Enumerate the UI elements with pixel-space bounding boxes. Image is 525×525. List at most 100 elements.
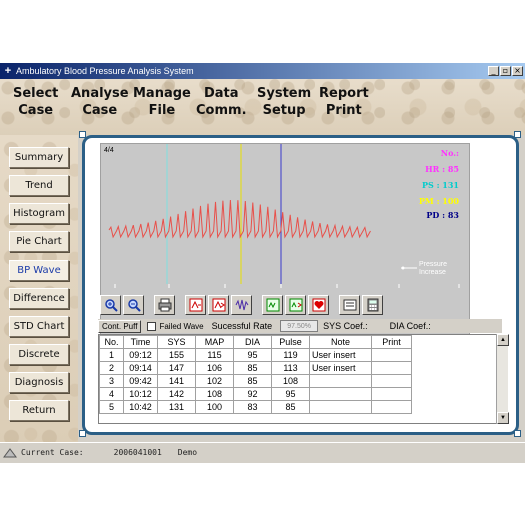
table-row[interactable]: 2 09:14 147 106 85 113 User insert — [99, 361, 412, 375]
menu-label: Case — [82, 103, 118, 118]
failed-wave-label: Failed Wave — [159, 321, 204, 331]
menu-analyse-case[interactable]: Analyse Case — [71, 85, 129, 119]
close-button[interactable]: × — [512, 66, 523, 76]
col-sys[interactable]: SYS — [157, 335, 196, 349]
table-row[interactable]: 4 10:12 142 108 92 95 — [99, 387, 412, 401]
menu-label: Comm. — [196, 103, 247, 118]
print-button[interactable] — [154, 295, 175, 315]
calculator-icon — [367, 298, 378, 312]
sidebar-item-bp-wave[interactable]: BP Wave — [9, 260, 69, 281]
table-row[interactable]: 5 10:42 131 100 83 85 — [99, 400, 412, 414]
table-cell: 106 — [195, 361, 234, 375]
sidebar-item-trend[interactable]: Trend — [9, 175, 69, 196]
table-cell — [309, 387, 372, 401]
info-ps: PS : 131 — [421, 180, 459, 190]
sidebar-item-pie-chart[interactable]: Pie Chart — [9, 231, 69, 252]
menu-manage-file[interactable]: Manage File — [133, 85, 191, 119]
menu-select-case[interactable]: Select Case — [13, 85, 58, 119]
title-bar: + Ambulatory Blood Pressure Analysis Sys… — [0, 63, 525, 79]
menu-label: Print — [325, 103, 362, 118]
dia-coef-label: DIA Coef.: — [389, 321, 431, 331]
pressure-increase-legend: Pressure Increase — [419, 261, 448, 276]
table-cell: 147 — [157, 361, 196, 375]
table-cell: 10:42 — [123, 400, 158, 414]
table-cell: 09:42 — [123, 374, 158, 388]
scroll-down-arrow[interactable]: ▼ — [497, 412, 509, 424]
col-time[interactable]: Time — [123, 335, 158, 349]
sidebar-item-return[interactable]: Return — [9, 400, 69, 421]
failed-wave-checkbox[interactable] — [147, 321, 157, 331]
col-pulse[interactable]: Pulse — [271, 335, 310, 349]
zoom-in-button[interactable] — [100, 295, 121, 315]
sidebar-item-summary[interactable]: Summary — [9, 147, 69, 168]
menu-label: Report — [319, 86, 369, 101]
table-cell: 83 — [233, 400, 272, 414]
sidebar-item-diagnosis[interactable]: Diagnosis — [9, 372, 69, 393]
current-case-name: Demo — [177, 448, 198, 457]
table-cell: 142 — [157, 387, 196, 401]
table-cell — [371, 348, 412, 362]
table-cell: 141 — [157, 374, 196, 388]
menu-data-comm[interactable]: Data Comm. — [196, 85, 247, 119]
table-cell: 102 — [195, 374, 234, 388]
sidebar-item-histogram[interactable]: Histogram — [9, 203, 69, 224]
wave-button[interactable] — [231, 295, 252, 315]
col-print[interactable]: Print — [371, 335, 412, 349]
col-map[interactable]: MAP — [195, 335, 234, 349]
hr-prev-button[interactable] — [262, 295, 283, 315]
table-cell — [371, 387, 412, 401]
table-scrollbar[interactable]: ▲ ▼ — [496, 334, 509, 424]
legend-arrow — [401, 266, 417, 270]
bp-prev-icon — [189, 298, 202, 312]
table-cell: 3 — [99, 374, 124, 388]
frame-handle — [79, 430, 86, 437]
menu-label: Setup — [262, 103, 306, 118]
table-row[interactable]: 3 09:42 141 102 85 108 — [99, 374, 412, 388]
menu-label: Case — [18, 103, 54, 118]
sidebar: Summary Trend Histogram Pie Chart BP Wav… — [0, 135, 78, 445]
table-cell: 155 — [157, 348, 196, 362]
sidebar-item-std-chart[interactable]: STD Chart — [9, 316, 69, 337]
table-cell: 5 — [99, 400, 124, 414]
table-cell: 10:12 — [123, 387, 158, 401]
table-cell: 09:12 — [123, 348, 158, 362]
sidebar-item-difference[interactable]: Difference — [9, 288, 69, 309]
menu-report-print[interactable]: Report Print — [319, 85, 369, 119]
menu-label: Data — [203, 86, 239, 101]
case-icon — [3, 447, 17, 459]
zoom-in-icon — [104, 299, 118, 312]
hr-next-button[interactable] — [285, 295, 306, 315]
calculator-button[interactable] — [362, 295, 383, 315]
info-no: No.: — [440, 148, 459, 158]
menu-system-setup[interactable]: System Setup — [257, 85, 311, 119]
bp-prev-button[interactable] — [185, 295, 206, 315]
heart-button[interactable] — [308, 295, 329, 315]
export-button[interactable] — [339, 295, 360, 315]
restore-button[interactable]: ▫ — [500, 66, 511, 76]
window-title: Ambulatory Blood Pressure Analysis Syste… — [16, 66, 194, 76]
table-cell: 95 — [271, 387, 310, 401]
x-ticks — [114, 284, 460, 288]
cont-puff-button[interactable]: Cont. Puff — [98, 319, 142, 333]
info-pm: PM : 100 — [418, 196, 459, 206]
measurement-table: No. Time SYS MAP DIA Pulse Note Print 10… — [98, 334, 508, 424]
col-dia[interactable]: DIA — [233, 335, 272, 349]
table-cell: 100 — [195, 400, 234, 414]
table-cell: 113 — [271, 361, 310, 375]
info-pd: PD : 83 — [426, 210, 459, 220]
minimize-button[interactable]: _ — [488, 66, 499, 76]
scroll-up-arrow[interactable]: ▲ — [497, 334, 509, 346]
current-case-id: 2006041001 — [113, 448, 162, 457]
table-cell — [371, 374, 412, 388]
menu-label: System — [257, 86, 312, 101]
bp-wave-svg — [108, 144, 460, 288]
hr-prev-icon — [266, 298, 279, 312]
sidebar-item-discrete[interactable]: Discrete — [9, 344, 69, 365]
col-no[interactable]: No. — [99, 335, 124, 349]
col-note[interactable]: Note — [309, 335, 372, 349]
table-cell: 1 — [99, 348, 124, 362]
table-cell: 115 — [195, 348, 234, 362]
table-row[interactable]: 1 09:12 155 115 95 119 User insert — [99, 348, 412, 362]
zoom-out-button[interactable] — [123, 295, 144, 315]
bp-next-button[interactable] — [208, 295, 229, 315]
